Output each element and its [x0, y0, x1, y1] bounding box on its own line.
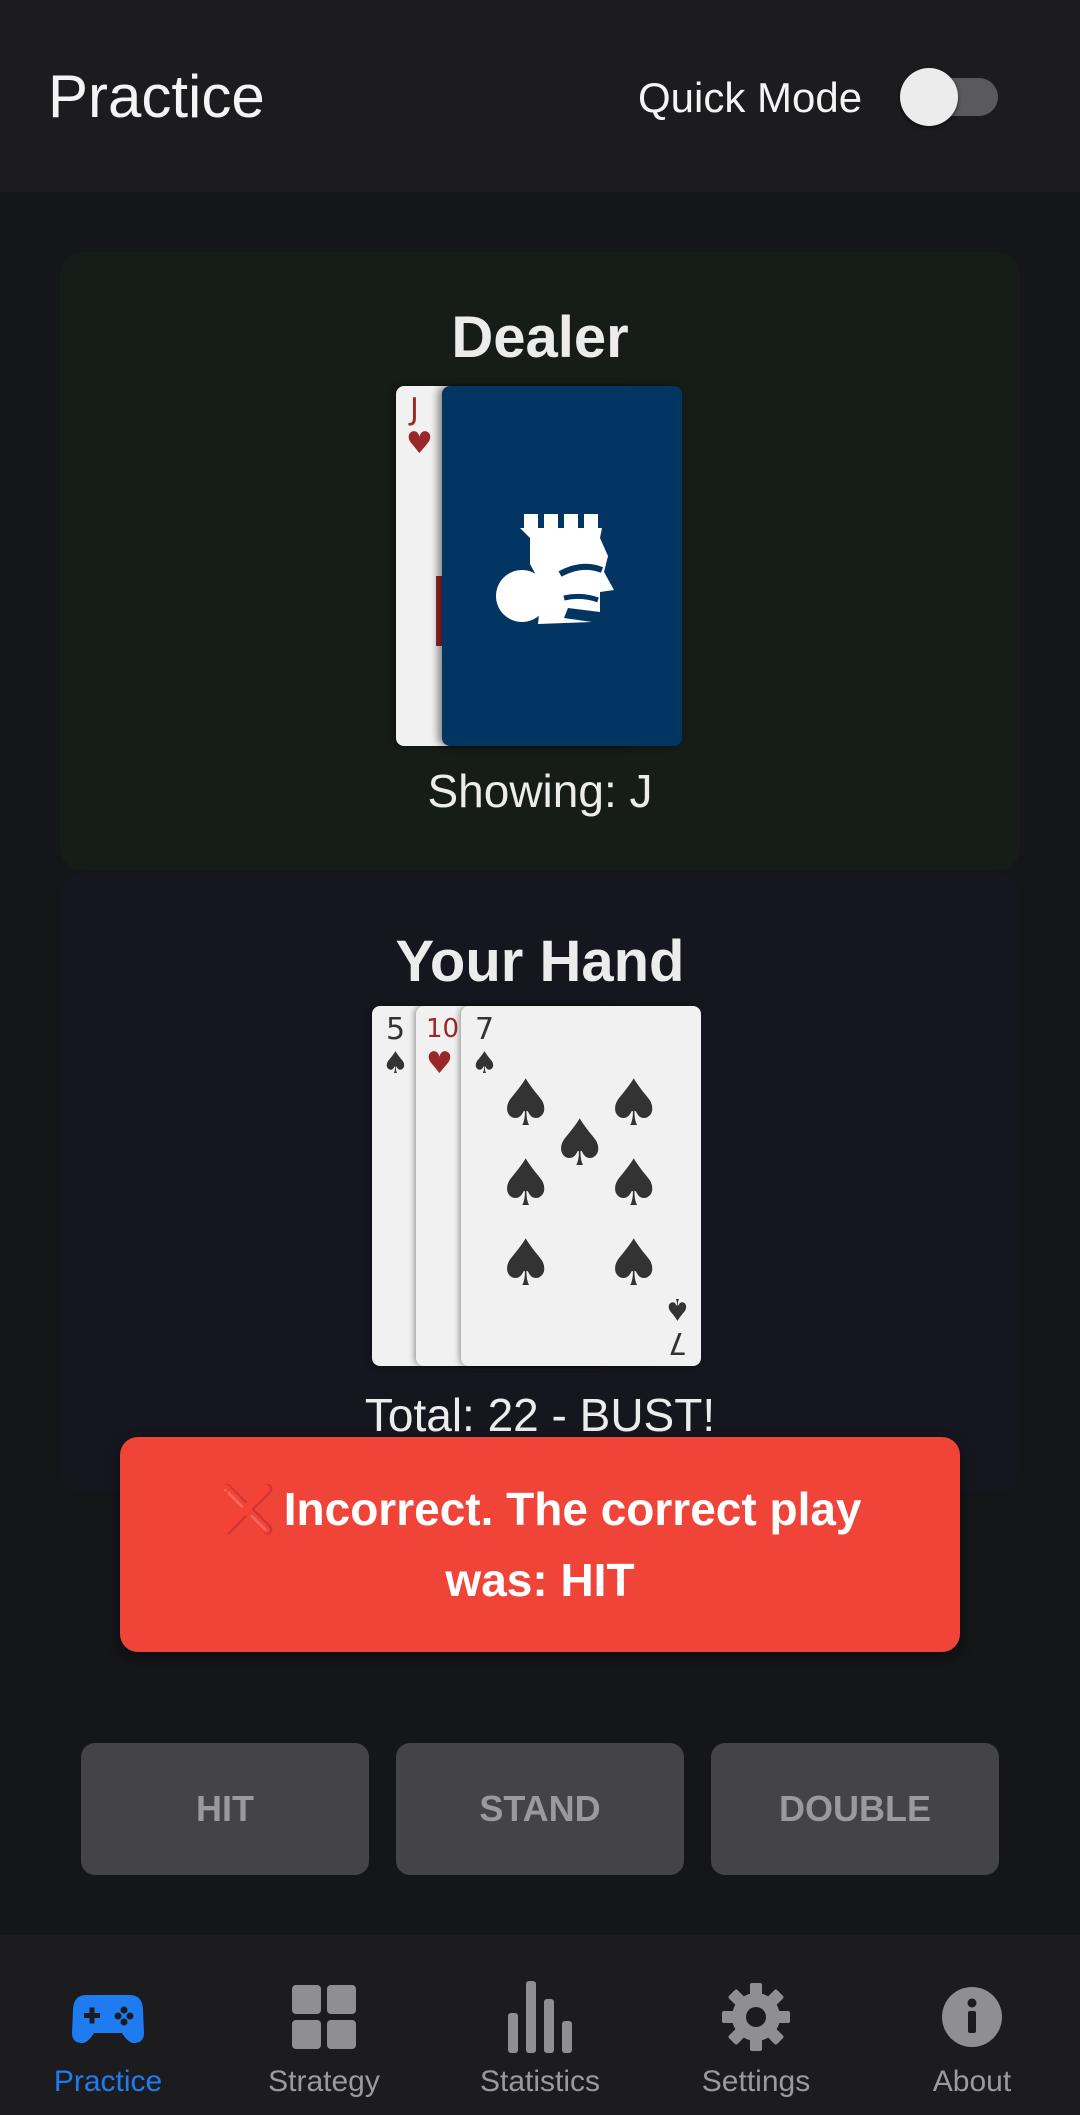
dealer-hole-card [442, 386, 682, 746]
nav-item-settings[interactable]: Settings [648, 1935, 864, 2115]
feedback-banner: ❌ Incorrect. The correct play was: HIT [120, 1437, 960, 1652]
spade-pip-icon: ♠ [605, 1147, 663, 1221]
hand-total-text: Total: 22 - BUST! [364, 1389, 716, 1441]
nav-label-about: About [932, 2065, 1012, 2098]
double-button[interactable]: DOUBLE [711, 1743, 999, 1875]
dealer-panel: Dealer J ♥ Showing: J [60, 252, 1020, 870]
nav-label-settings: Settings [701, 2065, 811, 2098]
quick-mode-label: Quick Mode [638, 74, 863, 121]
card-rank: 5 [386, 1012, 406, 1047]
player-hand-panel: Your Hand 5 ♠ 10 ♥ 7 ♠ ♠ ♠ ♠ ♠ ♠ ♠ ♠ 7 ♠… [60, 874, 1020, 1492]
gamepad-icon [0, 1979, 216, 2055]
hit-button[interactable]: HIT [81, 1743, 369, 1875]
spade-pip-icon: ♠ [497, 1227, 555, 1301]
cross-mark-icon: ❌ [218, 1482, 276, 1535]
page-title: Practice [48, 63, 265, 130]
quick-mode-toggle[interactable] [900, 68, 1000, 126]
dealer-title: Dealer [451, 305, 629, 370]
grid-icon [216, 1979, 432, 2055]
nav-item-practice[interactable]: Practice [0, 1935, 216, 2115]
nav-item-about[interactable]: About [864, 1935, 1080, 2115]
spade-pip-icon: ♠ [605, 1067, 663, 1141]
info-icon [864, 1979, 1080, 2055]
spade-suit-icon: ♠ [382, 1046, 409, 1081]
nav-item-strategy[interactable]: Strategy [216, 1935, 432, 2115]
card-rank: 10 [426, 1014, 460, 1044]
card-rank: 7 [475, 1012, 495, 1047]
spade-suit-icon: ♠ [664, 1291, 691, 1326]
spade-pip-icon: ♠ [605, 1227, 663, 1301]
card-rank: J [410, 392, 419, 427]
toggle-thumb [900, 68, 958, 126]
card-rank-bottom: 7 [667, 1325, 687, 1360]
hand-title: Your Hand [395, 929, 685, 994]
rook-logo-icon [496, 514, 614, 624]
spade-pip-icon: ♠ [551, 1107, 609, 1181]
dealer-showing-text: Showing: J [427, 765, 653, 817]
top-app-bar: Practice Quick Mode [0, 0, 1080, 192]
stand-button[interactable]: STAND [396, 1743, 684, 1875]
feedback-message-wrap: ❌ Incorrect. The correct play was: HIT [180, 1474, 900, 1616]
spade-suit-icon: ♠ [471, 1046, 498, 1081]
feedback-message: Incorrect. The correct play was: HIT [283, 1482, 862, 1606]
spade-pip-icon: ♠ [497, 1067, 555, 1141]
heart-suit-icon: ♥ [406, 426, 433, 461]
nav-label-practice: Practice [53, 2065, 163, 2098]
nav-label-strategy: Strategy [268, 2065, 380, 2098]
nav-label-statistics: Statistics [479, 2065, 601, 2098]
bar-chart-icon [432, 1979, 648, 2055]
heart-suit-icon: ♥ [426, 1046, 453, 1081]
nav-item-statistics[interactable]: Statistics [432, 1935, 648, 2115]
player-card-3: 7 ♠ ♠ ♠ ♠ ♠ ♠ ♠ ♠ 7 ♠ [461, 1006, 701, 1366]
gear-icon [648, 1979, 864, 2055]
bottom-navigation: Practice Strategy Statistics Settings Ab… [0, 1935, 1080, 2115]
spade-pip-icon: ♠ [497, 1147, 555, 1221]
